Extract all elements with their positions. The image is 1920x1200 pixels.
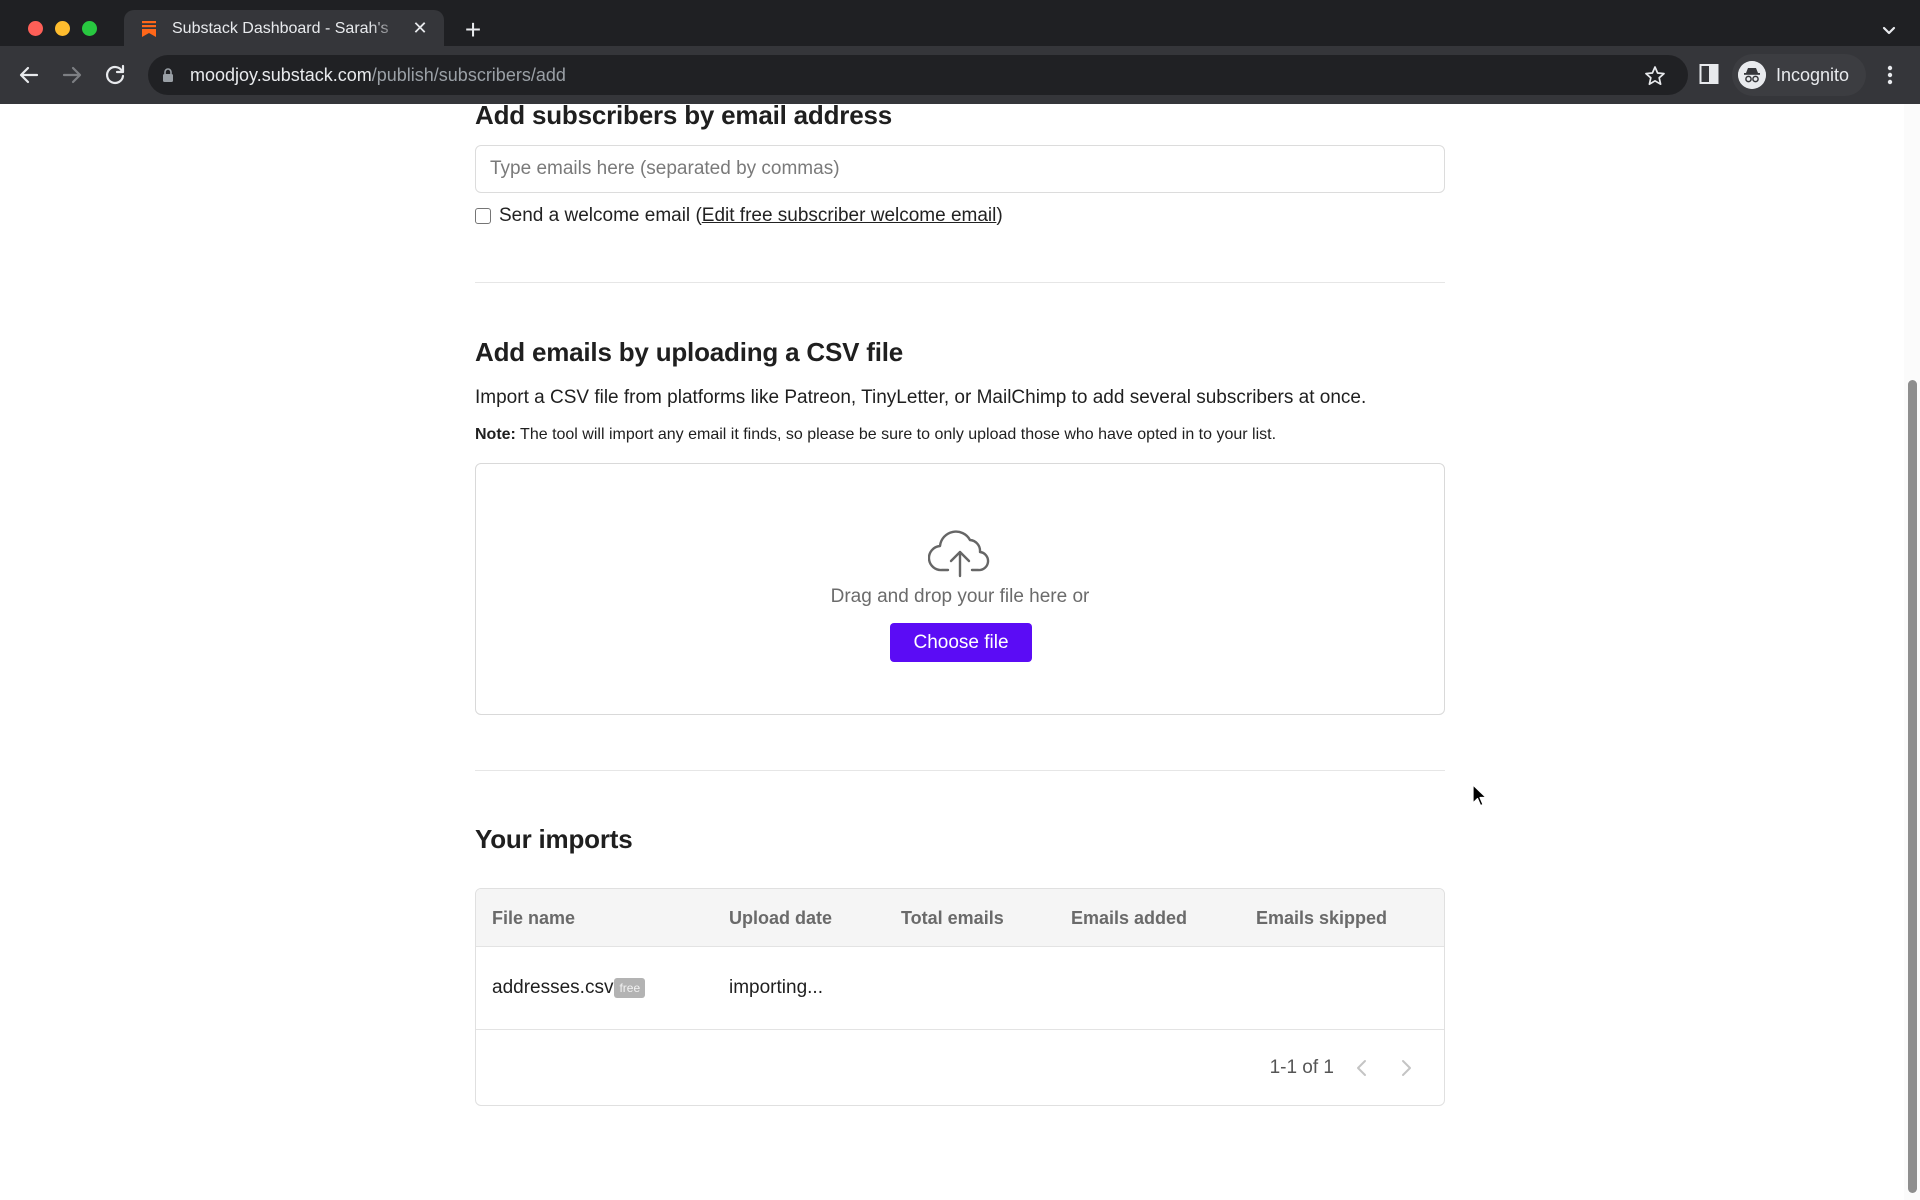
tab-title: Substack Dashboard - Sarah's (172, 20, 389, 37)
cell-file-name: addresses.csv free (492, 977, 646, 999)
imports-heading: Your imports (475, 824, 633, 854)
welcome-email-checkbox[interactable] (475, 208, 491, 224)
url-path: /publish/subscribers/add (371, 65, 566, 85)
forward-icon[interactable] (58, 61, 86, 89)
edit-welcome-email-link[interactable]: Edit free subscriber welcome email (702, 205, 997, 227)
url-host: moodjoy.substack.com (190, 65, 372, 85)
substack-logo-icon (142, 21, 156, 37)
table-row[interactable]: addresses.csv free importing... (476, 947, 1444, 1030)
pagination-count: 1-1 of 1 (1269, 1057, 1334, 1078)
bookmark-star-icon[interactable] (1644, 65, 1666, 87)
incognito-profile-button[interactable]: Incognito (1732, 54, 1866, 96)
choose-file-button[interactable]: Choose file (890, 623, 1032, 662)
browser-toolbar: moodjoy.substack.com/publish/subscribers… (0, 46, 1920, 104)
url-text[interactable]: moodjoy.substack.com/publish/subscribers… (190, 65, 566, 86)
reload-icon[interactable] (101, 61, 129, 89)
more-menu-icon[interactable] (1880, 61, 1900, 89)
note-text: The tool will import any email it finds,… (515, 426, 1277, 443)
window-close-button[interactable] (28, 21, 43, 36)
emails-input[interactable] (475, 145, 1445, 193)
browser-tab-active[interactable]: Substack Dashboard - Sarah's ✕ (124, 10, 444, 46)
column-header-file-name[interactable]: File name (492, 908, 575, 929)
csv-note: Note: The tool will import any email it … (475, 426, 1276, 444)
tab-close-icon[interactable]: ✕ (409, 17, 431, 39)
incognito-label: Incognito (1776, 65, 1850, 85)
previous-page-icon[interactable] (1350, 1056, 1374, 1080)
csv-description: Import a CSV file from platforms like Pa… (475, 387, 1367, 408)
csv-dropzone[interactable]: Drag and drop your file here or Choose f… (475, 463, 1445, 715)
lock-icon[interactable] (162, 67, 174, 83)
next-page-icon[interactable] (1394, 1056, 1418, 1080)
cell-upload-date: importing... (729, 977, 823, 998)
section-divider (475, 282, 1445, 283)
page-content: Add subscribers by email address Send a … (0, 104, 1920, 1200)
incognito-icon (1738, 61, 1766, 89)
plan-badge: free (614, 978, 646, 998)
welcome-link-close-paren: ) (996, 205, 1003, 226)
csv-section-heading: Add emails by uploading a CSV file (475, 337, 904, 367)
scrollbar-thumb[interactable] (1908, 380, 1917, 1193)
window-minimize-button[interactable] (55, 21, 70, 36)
table-header: File name Upload date Total emails Email… (476, 889, 1444, 947)
column-header-emails-added[interactable]: Emails added (1071, 908, 1187, 929)
back-icon[interactable] (15, 61, 43, 89)
welcome-email-label: Send a welcome email (499, 205, 691, 226)
welcome-email-row: Send a welcome email (Edit free subscrib… (475, 203, 1003, 229)
address-bar[interactable]: moodjoy.substack.com/publish/subscribers… (148, 55, 1688, 95)
drag-drop-text: Drag and drop your file here or (830, 586, 1090, 607)
email-section-heading: Add subscribers by email address (475, 104, 892, 130)
table-pagination: 1-1 of 1 (476, 1030, 1444, 1105)
new-tab-button[interactable]: + (460, 16, 486, 44)
file-name: addresses.csv (492, 977, 614, 998)
section-divider (475, 770, 1445, 771)
column-header-upload-date[interactable]: Upload date (729, 908, 832, 929)
side-panel-icon[interactable] (1699, 63, 1719, 85)
imports-table: File name Upload date Total emails Email… (475, 888, 1445, 1106)
tab-search-icon[interactable] (1878, 20, 1900, 42)
browser-tab-bar: Substack Dashboard - Sarah's ✕ + (0, 0, 1920, 46)
window-zoom-button[interactable] (82, 21, 97, 36)
note-label: Note: (475, 426, 516, 443)
column-header-total-emails[interactable]: Total emails (901, 908, 1004, 929)
column-header-emails-skipped[interactable]: Emails skipped (1256, 908, 1387, 929)
mouse-cursor-icon (1472, 784, 1487, 807)
cloud-upload-icon (928, 530, 990, 578)
